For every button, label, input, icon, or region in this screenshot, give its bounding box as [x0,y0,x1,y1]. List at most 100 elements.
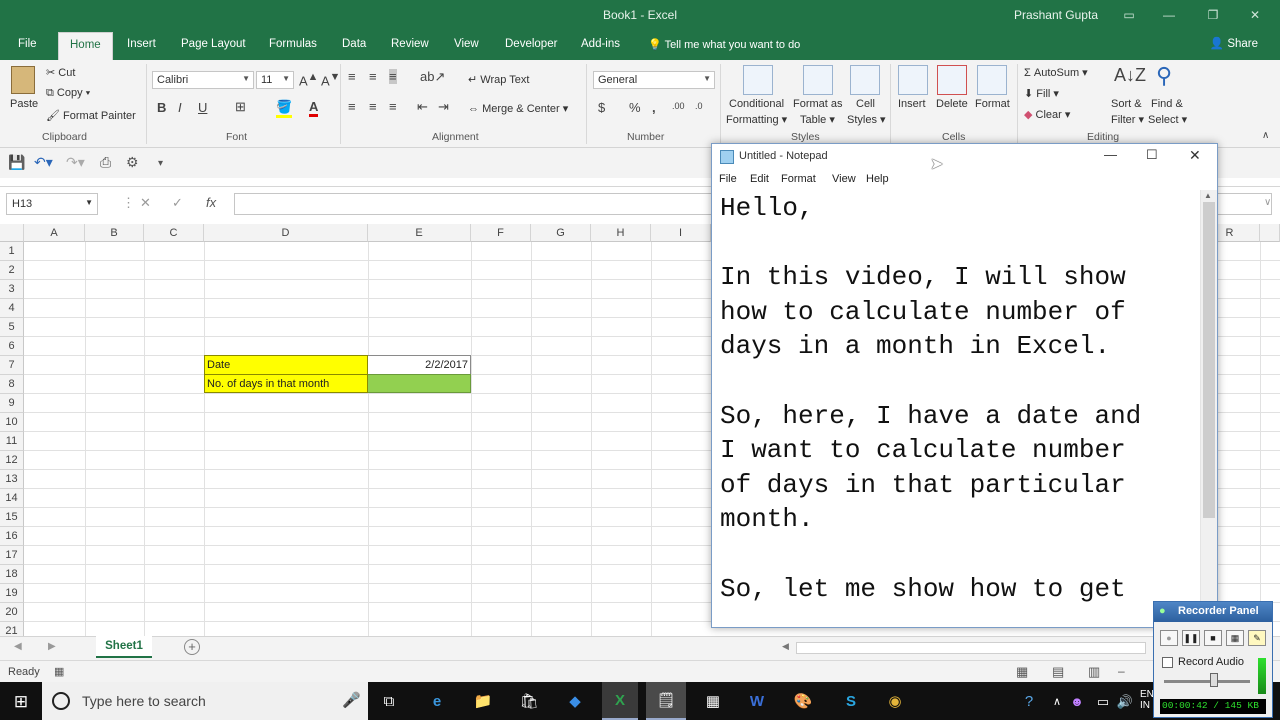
notepad-taskbar-icon[interactable]: 🗒 [646,682,686,720]
format-painter-button[interactable]: 🖌 Format Painter [46,109,136,122]
row-header-11[interactable]: 11 [0,432,24,451]
align-bottom-icon[interactable]: ≡ [389,69,397,84]
notepad-minimize-icon[interactable]: — [1104,147,1117,162]
cell-e8[interactable] [368,374,471,393]
row-header-20[interactable]: 20 [0,603,24,622]
fill-button[interactable]: ⬇ Fill ▾ [1024,87,1059,100]
tab-insert[interactable]: Insert [127,38,156,50]
tell-me-search[interactable]: 💡 Tell me what you want to do [648,38,800,51]
font-name-select[interactable]: Calibri ▼ [152,71,254,89]
enter-icon[interactable]: ✓ [172,195,183,211]
customize-icon[interactable]: ⚙ [126,154,139,171]
menu-format[interactable]: Format [781,173,816,185]
italic-button[interactable]: I [178,100,182,115]
tray-app-icon[interactable]: ☻ [1066,691,1088,713]
row-header-13[interactable]: 13 [0,470,24,489]
macro-record-icon[interactable]: ▦ [54,665,64,678]
qat-more-icon[interactable]: ▾ [158,158,163,169]
grow-font-icon[interactable]: A▲ [299,71,318,88]
excel-taskbar-icon[interactable]: X [602,682,638,720]
copy-button[interactable]: ⧉ Copy ▾ [46,87,90,100]
row-header-16[interactable]: 16 [0,527,24,546]
font-color-icon[interactable]: A [309,99,319,117]
tab-add-ins[interactable]: Add-ins [581,38,620,50]
orientation-icon[interactable]: ab↗ [420,69,445,85]
font-size-select[interactable]: 11 ▼ [256,71,294,89]
tab-formulas[interactable]: Formulas [269,38,317,50]
row-header-2[interactable]: 2 [0,261,24,280]
column-header-e[interactable]: E [368,224,471,242]
column-header-h[interactable]: H [591,224,651,242]
align-right-icon[interactable]: ≡ [389,99,397,114]
cancel-icon[interactable]: ✕ [140,195,151,211]
percent-button[interactable]: % [629,100,641,115]
maximize-icon[interactable]: ❐ [1202,5,1224,25]
user-name[interactable]: Prashant Gupta [1014,8,1098,22]
number-format-select[interactable]: General ▼ [593,71,715,89]
notepad-text-area[interactable]: Hello, In this video, I will show how to… [720,191,1190,626]
scroll-up-icon[interactable]: ▲ [1204,191,1212,200]
align-top-icon[interactable]: ≡ [348,69,356,84]
tray-chevron-icon[interactable]: ∧ [1046,691,1068,713]
column-header-f[interactable]: F [471,224,531,242]
borders-icon[interactable]: ⊞ [235,99,246,115]
annotate-button[interactable]: ✎ [1248,630,1266,646]
calculator-icon[interactable]: ▦ [702,691,724,713]
row-header-7[interactable]: 7 [0,356,24,375]
column-header-c[interactable]: C [144,224,204,242]
wrap-text-button[interactable]: ↵ Wrap Text [468,73,529,86]
horizontal-scrollbar[interactable] [796,642,1146,654]
skype-icon[interactable]: S [840,691,862,713]
file-explorer-icon[interactable]: 📁 [472,691,494,713]
microphone-icon[interactable]: 🎤 [342,691,361,709]
menu-view[interactable]: View [832,173,856,185]
undo-icon[interactable]: ↶▾ [34,154,53,171]
menu-help[interactable]: Help [866,173,889,185]
notepad-maximize-icon[interactable]: ☐ [1146,147,1158,163]
print-preview-icon[interactable]: ⎙ [100,154,111,171]
row-header-17[interactable]: 17 [0,546,24,565]
save-icon[interactable]: 💾 [8,154,25,171]
menu-file[interactable]: File [719,173,737,185]
increase-decimal-icon[interactable]: .00 [672,101,685,111]
normal-view-icon[interactable]: ▦ [1016,664,1028,680]
minimize-icon[interactable]: — [1158,5,1180,25]
fill-color-icon[interactable]: 🪣 [276,99,293,118]
word-icon[interactable]: W [746,691,768,713]
dropbox-icon[interactable]: ◆ [564,691,586,713]
share-button[interactable]: 👤 Share [1210,36,1258,50]
tab-developer[interactable]: Developer [505,38,557,50]
insert-function-icon[interactable]: fx [206,195,216,210]
tab-page-layout[interactable]: Page Layout [181,38,246,50]
redo-icon[interactable]: ↷▾ [66,154,85,171]
increase-indent-icon[interactable]: ⇥ [438,99,449,115]
store-icon[interactable]: 🛍 [518,691,540,713]
tab-file[interactable]: File [18,38,37,50]
select-all-corner[interactable] [0,224,24,242]
cell-e7[interactable]: 2/2/2017 [368,355,471,374]
tab-data[interactable]: Data [342,38,366,50]
row-header-6[interactable]: 6 [0,337,24,356]
edge-icon[interactable]: e [426,691,448,713]
hscroll-left-icon[interactable]: ◀ [782,641,789,652]
chrome-icon[interactable]: ◉ [884,691,906,713]
ribbon-display-icon[interactable]: ▭ [1118,5,1140,25]
cell-d8[interactable]: No. of days in that month [204,374,368,393]
taskbar-search-box[interactable]: Type here to search 🎤 [42,682,368,720]
stop-button[interactable]: ■ [1204,630,1222,646]
menu-edit[interactable]: Edit [750,173,769,185]
volume-icon[interactable]: 🔊 [1114,691,1136,713]
scrollbar-thumb[interactable] [1203,202,1215,518]
bold-button[interactable]: B [157,100,166,115]
notepad-vertical-scrollbar[interactable]: ▲ [1200,190,1217,626]
column-header-d[interactable]: D [204,224,368,242]
row-header-10[interactable]: 10 [0,413,24,432]
row-header-14[interactable]: 14 [0,489,24,508]
expand-formula-bar-icon[interactable]: ∨ [1264,197,1271,208]
name-box[interactable]: H13 ▼ [6,193,98,215]
row-header-12[interactable]: 12 [0,451,24,470]
row-header-8[interactable]: 8 [0,375,24,394]
audio-slider-thumb[interactable] [1210,673,1218,687]
comma-button[interactable]: , [652,100,656,115]
next-sheet-icon[interactable]: ▶ [48,641,56,652]
